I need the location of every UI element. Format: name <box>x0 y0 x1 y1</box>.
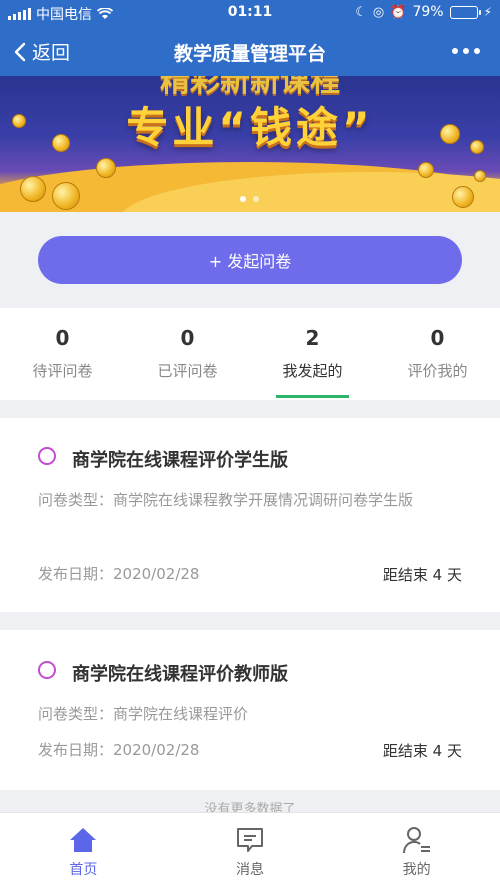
more-dot-icon <box>452 48 458 54</box>
stat-count: 2 <box>305 326 320 350</box>
stat-label: 我发起的 <box>282 362 343 380</box>
survey-card[interactable]: 商学院在线课程评价教师版 问卷类型：商学院在线课程评价 发布日期：2020/02… <box>0 630 500 790</box>
more-button[interactable] <box>452 48 480 54</box>
carousel-dot[interactable] <box>240 196 246 202</box>
survey-type: 问卷类型：商学院在线课程评价 <box>38 705 249 723</box>
more-dot-icon <box>474 48 480 54</box>
tab-pending-surveys[interactable]: 0 待评问卷 <box>0 308 125 400</box>
survey-remaining: 距结束 4 天 <box>382 742 462 760</box>
tab-my-initiated[interactable]: 2 我发起的 <box>250 308 375 400</box>
coin-icon <box>52 182 80 210</box>
coin-icon <box>96 158 116 178</box>
lock-rotation-icon: ◎ <box>372 4 385 20</box>
survey-type: 问卷类型：商学院在线课程教学开展情况调研问卷学生版 <box>38 491 414 509</box>
tab-evaluated-surveys[interactable]: 0 已评问卷 <box>125 308 250 400</box>
coin-icon <box>452 186 474 208</box>
status-ring-icon <box>38 447 56 465</box>
coin-icon <box>12 114 26 128</box>
banner-headline: 专业“钱途” <box>126 103 374 152</box>
tab-messages[interactable]: 消息 <box>167 813 334 888</box>
more-dot-icon <box>463 48 469 54</box>
survey-title: 商学院在线课程评价教师版 <box>72 664 288 685</box>
tab-evaluations-of-me[interactable]: 0 评价我的 <box>375 308 500 400</box>
moon-icon: ☾ <box>355 4 367 20</box>
carousel-dot[interactable] <box>253 196 259 202</box>
tab-mine[interactable]: 我的 <box>333 813 500 888</box>
profile-icon <box>402 827 430 854</box>
charging-icon: ⚡ <box>483 5 492 19</box>
tab-label: 首页 <box>69 862 98 878</box>
coin-icon <box>20 176 46 202</box>
coin-icon <box>470 140 484 154</box>
coin-icon <box>474 170 486 182</box>
bottom-tab-bar: 首页 消息 我的 <box>0 812 500 888</box>
nav-bar: 返回 教学质量管理平台 <box>0 26 500 76</box>
battery-icon <box>449 5 481 19</box>
stat-label: 评价我的 <box>407 362 468 380</box>
coin-icon <box>418 162 434 178</box>
active-tab-underline <box>276 395 349 398</box>
coin-icon <box>440 124 460 144</box>
survey-title: 商学院在线课程评价学生版 <box>72 450 288 471</box>
status-right: ☾ ◎ ⏰ 79% ⚡ <box>355 4 492 20</box>
tab-label: 消息 <box>236 862 264 878</box>
tab-home[interactable]: 首页 <box>0 813 167 888</box>
alarm-icon: ⏰ <box>390 4 407 20</box>
banner-carousel[interactable]: 精彩新新课程 专业“钱途” <box>0 76 500 212</box>
stat-label: 已评问卷 <box>157 362 218 380</box>
coin-icon <box>52 134 70 152</box>
stat-count: 0 <box>430 326 445 350</box>
status-ring-icon <box>38 661 56 679</box>
survey-card[interactable]: 商学院在线课程评价学生版 问卷类型：商学院在线课程教学开展情况调研问卷学生版 发… <box>0 418 500 612</box>
stats-tabs: 0 待评问卷 0 已评问卷 2 我发起的 0 评价我的 <box>0 308 500 400</box>
message-icon <box>237 828 263 852</box>
battery-percent: 79% <box>412 4 444 20</box>
launch-section: + 发起问卷 <box>0 212 500 308</box>
tab-label: 我的 <box>402 862 431 878</box>
page-title: 教学质量管理平台 <box>173 43 326 65</box>
home-icon <box>70 828 97 852</box>
stat-count: 0 <box>180 326 195 350</box>
stat-label: 待评问卷 <box>32 362 93 380</box>
carousel-indicator <box>240 196 259 202</box>
status-bar: 中国电信 01:11 ☾ ◎ ⏰ 79% ⚡ <box>0 0 500 26</box>
launch-survey-button[interactable]: + 发起问卷 <box>38 236 462 284</box>
stat-count: 0 <box>55 326 70 350</box>
survey-remaining: 距结束 4 天 <box>382 566 462 584</box>
